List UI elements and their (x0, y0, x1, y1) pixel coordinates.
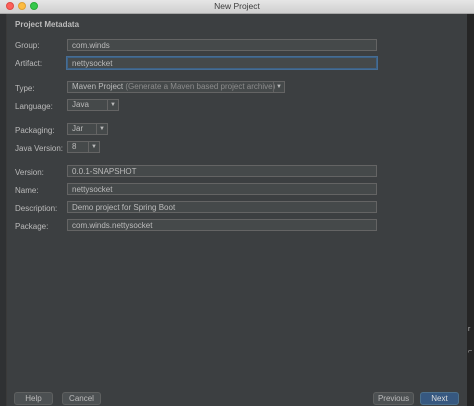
language-label: Language: (15, 102, 53, 111)
java-version-value: 8 (72, 142, 77, 151)
cancel-button[interactable]: Cancel (62, 392, 101, 405)
type-select[interactable]: Maven Project (Generate a Maven based pr… (67, 81, 285, 93)
type-hint: (Generate a Maven based project archive) (125, 82, 276, 91)
chevron-down-icon: ▼ (88, 142, 99, 152)
background-editor-edge-right: r ⌐ (467, 14, 474, 406)
packaging-value: Jar (72, 124, 84, 133)
language-select[interactable]: Java ▼ (67, 99, 119, 111)
language-value: Java (72, 100, 89, 109)
name-label: Name: (15, 186, 39, 195)
package-input[interactable] (67, 219, 377, 231)
previous-button[interactable]: Previous (373, 392, 414, 405)
java-version-label: Java Version: (15, 144, 64, 153)
description-label: Description: (15, 204, 58, 213)
window-titlebar: New Project (0, 0, 474, 14)
next-button[interactable]: Next (420, 392, 459, 405)
packaging-select[interactable]: Jar ▼ (67, 123, 108, 135)
section-title: Project Metadata (15, 20, 80, 29)
chevron-down-icon: ▼ (96, 124, 107, 134)
artifact-input[interactable] (67, 57, 377, 69)
background-glyph: r (468, 326, 471, 333)
help-button[interactable]: Help (14, 392, 53, 405)
version-label: Version: (15, 168, 44, 177)
chevron-down-icon: ▼ (107, 100, 118, 110)
version-input[interactable] (67, 165, 377, 177)
group-label: Group: (15, 41, 40, 50)
artifact-label: Artifact: (15, 59, 43, 68)
background-editor-edge (0, 14, 7, 406)
java-version-select[interactable]: 8 ▼ (67, 141, 100, 153)
package-label: Package: (15, 222, 49, 231)
packaging-label: Packaging: (15, 126, 55, 135)
chevron-down-icon: ▼ (273, 82, 284, 92)
background-glyph: ⌐ (468, 348, 473, 355)
description-input[interactable] (67, 201, 377, 213)
group-input[interactable] (67, 39, 377, 51)
new-project-dialog: Project Metadata Group: Artifact: Type: … (7, 14, 467, 406)
type-value: Maven Project (72, 82, 124, 91)
type-label: Type: (15, 84, 35, 93)
name-input[interactable] (67, 183, 377, 195)
window-title: New Project (214, 1, 260, 11)
